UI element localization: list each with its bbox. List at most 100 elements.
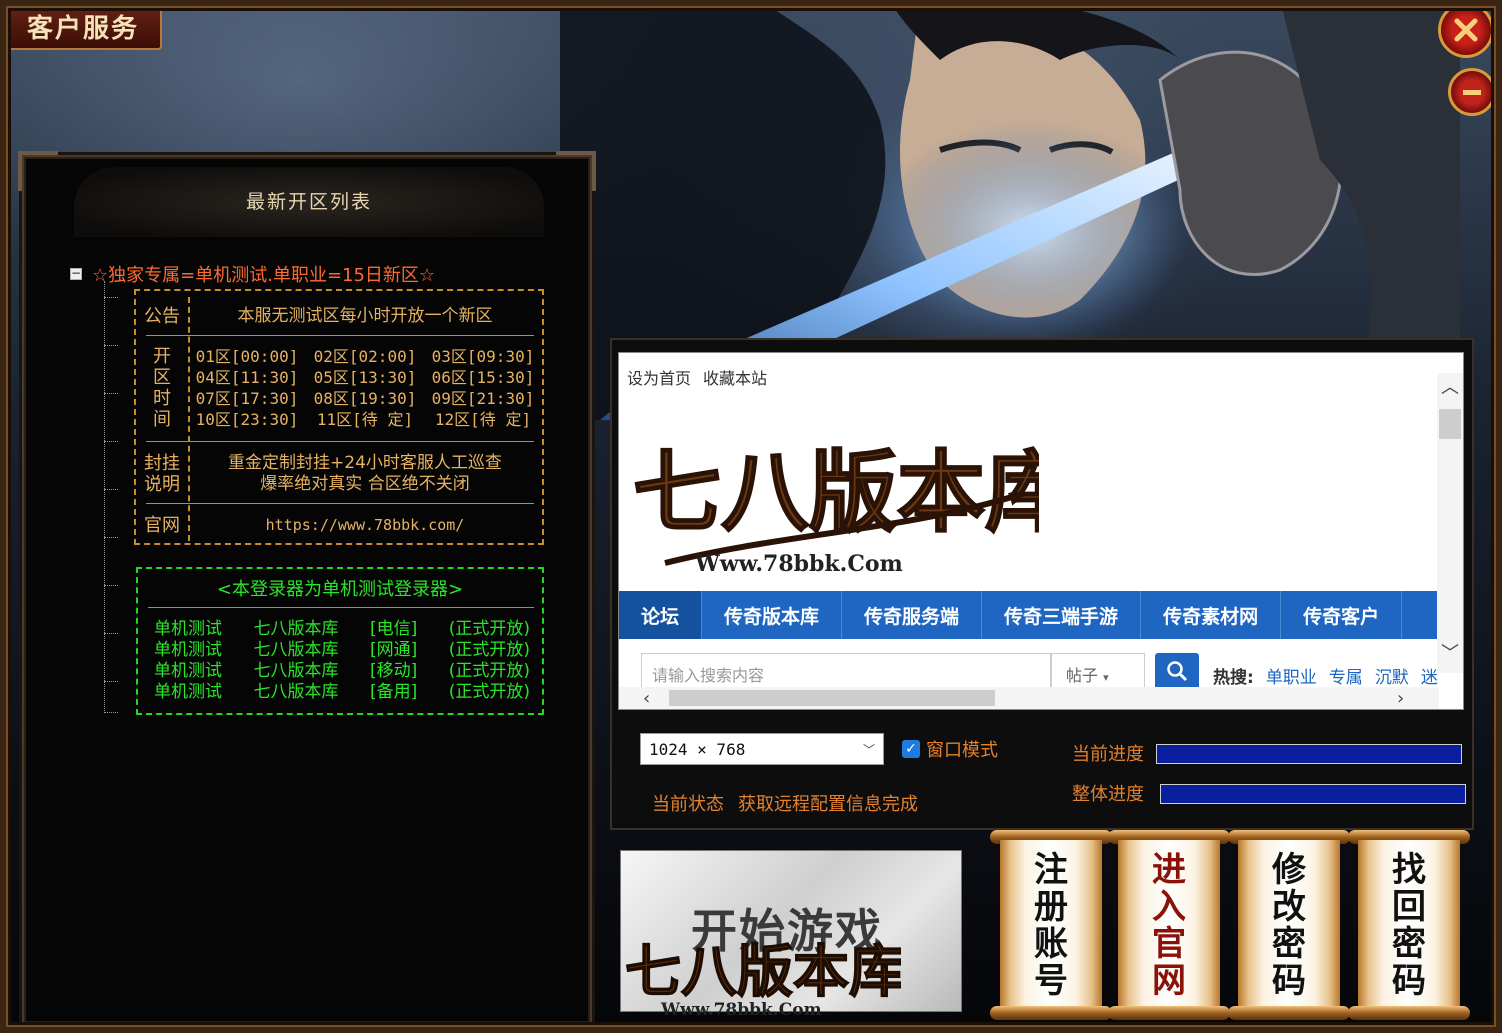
nav-item-server-side[interactable]: 传奇服务端 bbox=[842, 591, 983, 639]
vertical-scroll-thumb[interactable] bbox=[1439, 409, 1461, 439]
label-char: 密 bbox=[1272, 924, 1306, 964]
open-time: 11区[待 定] bbox=[316, 410, 414, 429]
open-times-label: 开 区 时 间 bbox=[136, 343, 188, 433]
scroll-right-icon[interactable]: › bbox=[1397, 688, 1404, 709]
register-account-button[interactable]: 注 册 账 号 bbox=[990, 830, 1112, 1020]
recover-password-button[interactable]: 找 回 密 码 bbox=[1348, 830, 1470, 1020]
nav-item-forum[interactable]: 论坛 bbox=[619, 591, 703, 639]
label-char: 注 bbox=[1034, 850, 1068, 890]
server-provider: 七八版本库 bbox=[253, 682, 339, 702]
customer-service-button[interactable]: 客户服务 bbox=[4, 2, 162, 50]
site-search-button[interactable] bbox=[1155, 653, 1199, 689]
server-status: (正式开放) bbox=[448, 640, 530, 660]
divider bbox=[146, 441, 534, 442]
open-time: 08区[19:30] bbox=[313, 389, 417, 408]
collapse-toggle-icon[interactable]: − bbox=[70, 267, 82, 280]
current-progress-bar bbox=[1156, 744, 1462, 764]
scroll-rod bbox=[1348, 1006, 1470, 1020]
overall-progress-label: 整体进度 bbox=[1072, 784, 1144, 805]
label-char: 册 bbox=[1034, 887, 1068, 927]
server-group-label[interactable]: ☆独家专属=单机测试.单职业=15日新区☆ bbox=[92, 261, 435, 287]
scroll-rod bbox=[1108, 1006, 1230, 1020]
hot-search-link[interactable]: 专属 bbox=[1329, 663, 1363, 688]
label-char: 找 bbox=[1392, 850, 1426, 890]
site-logo[interactable]: 七八版本库 Www.78bbk.Com bbox=[625, 413, 1039, 583]
anticheat-row: 封挂 说明 重金定制封挂+24小时客服人工巡查 爆率绝对真实 合区绝不关闭 bbox=[136, 451, 542, 497]
server-lines-title: <本登录器为单机测试登录器> bbox=[216, 579, 464, 600]
tree-connector bbox=[104, 585, 118, 586]
resolution-select[interactable]: 1024 × 768 ﹀ bbox=[640, 733, 884, 765]
server-line-row[interactable]: 单机测试 七八版本库 [移动] (正式开放) bbox=[154, 661, 530, 682]
open-time: 07区[17:30] bbox=[195, 389, 299, 408]
tree-connector bbox=[104, 712, 118, 713]
search-type-select[interactable]: 帖子 ▾ bbox=[1051, 653, 1145, 689]
server-line-row[interactable]: 单机测试 七八版本库 [网通] (正式开放) bbox=[154, 640, 530, 661]
server-name: 单机测试 bbox=[154, 640, 222, 660]
label-char: 回 bbox=[1392, 887, 1426, 927]
anticheat-line: 重金定制封挂+24小时客服人工巡查 bbox=[228, 453, 502, 473]
chevron-down-icon: ﹀ bbox=[862, 742, 875, 757]
vertical-scrollbar[interactable] bbox=[1437, 373, 1463, 673]
bookmark-link[interactable]: 收藏本站 bbox=[703, 365, 767, 389]
official-site-button[interactable]: 进 入 官 网 bbox=[1108, 830, 1230, 1020]
scroll-down-icon[interactable]: ﹀ bbox=[1441, 639, 1459, 665]
panel-title: 最新开区列表 bbox=[245, 191, 372, 213]
tree-connector bbox=[104, 681, 118, 682]
overall-progress-fill bbox=[1161, 785, 1465, 803]
tree-connector bbox=[104, 489, 118, 490]
horizontal-scroll-thumb[interactable] bbox=[669, 690, 995, 706]
column-separator bbox=[188, 297, 190, 541]
close-icon bbox=[1454, 18, 1478, 42]
website-link[interactable]: https://www.78bbk.com/ bbox=[188, 511, 542, 539]
open-time: 06区[15:30] bbox=[431, 368, 535, 387]
open-times-grid: 01区[00:00] 02区[02:00] 03区[09:30] 04区[11:… bbox=[188, 346, 542, 430]
server-group-node[interactable]: − ☆独家专属=单机测试.单职业=15日新区☆ bbox=[70, 261, 435, 287]
overall-progress-bar bbox=[1160, 784, 1466, 804]
hot-search-link[interactable]: 迷 bbox=[1421, 663, 1438, 688]
tree-connector bbox=[104, 345, 118, 346]
open-times-row: 开 区 时 间 01区[00:00] 02区[02:00] 03区[09:30]… bbox=[136, 343, 542, 433]
anticheat-line: 爆率绝对真实 合区绝不关闭 bbox=[260, 474, 470, 494]
status-label: 当前状态 bbox=[652, 794, 724, 815]
label-char: 官 bbox=[1152, 924, 1186, 964]
nav-item-client[interactable]: 传奇客户 bbox=[1281, 591, 1403, 639]
close-button[interactable] bbox=[1438, 2, 1494, 58]
server-status: (正式开放) bbox=[448, 661, 530, 681]
site-logo-url: Www.78bbk.Com bbox=[694, 551, 903, 577]
server-status: (正式开放) bbox=[448, 619, 530, 639]
nav-item-mobile-games[interactable]: 传奇三端手游 bbox=[982, 591, 1142, 639]
server-line-row[interactable]: 单机测试 七八版本库 [备用] (正式开放) bbox=[154, 682, 530, 703]
nav-item-assets[interactable]: 传奇素材网 bbox=[1141, 591, 1282, 639]
change-password-button[interactable]: 修 改 密 码 bbox=[1228, 830, 1350, 1020]
hot-search-link[interactable]: 沉默 bbox=[1375, 663, 1409, 688]
server-name: 单机测试 bbox=[154, 619, 222, 639]
checkbox-icon[interactable]: ✓ bbox=[902, 740, 920, 758]
start-game-logo-url: Www.78bbk.Com bbox=[660, 1000, 822, 1020]
server-provider: 七八版本库 bbox=[253, 640, 339, 660]
horizontal-scrollbar[interactable] bbox=[619, 687, 1439, 709]
search-icon bbox=[1167, 661, 1188, 682]
chevron-down-icon: ▾ bbox=[1103, 671, 1109, 684]
server-line-row[interactable]: 单机测试 七八版本库 [电信] (正式开放) bbox=[154, 619, 530, 640]
divider bbox=[146, 335, 534, 336]
server-lines-list: 单机测试 七八版本库 [电信] (正式开放) 单机测试 七八版本库 [网通] (… bbox=[154, 619, 530, 703]
divider bbox=[148, 607, 534, 608]
current-progress-fill bbox=[1157, 745, 1461, 763]
window-mode-toggle[interactable]: ✓ 窗口模式 bbox=[902, 736, 998, 762]
nav-item-version-library[interactable]: 传奇版本库 bbox=[702, 591, 843, 639]
set-homepage-link[interactable]: 设为首页 bbox=[627, 365, 691, 389]
start-game-logo: 七八版本库 Www.78bbk.Com bbox=[624, 938, 901, 1020]
start-game-button[interactable]: 开始游戏 七八版本库 Www.78bbk.Com bbox=[620, 850, 962, 1020]
open-time: 09区[21:30] bbox=[431, 389, 535, 408]
scroll-up-icon[interactable]: ︿ bbox=[1441, 373, 1459, 399]
site-search-input[interactable]: 请输入搜索内容 bbox=[641, 653, 1051, 689]
official-site-label: 进 入 官 网 bbox=[1108, 852, 1230, 1000]
server-name: 单机测试 bbox=[154, 661, 222, 681]
anticheat-label: 封挂 说明 bbox=[136, 451, 188, 497]
announcement-row: 公告 本服无测试区每小时开放一个新区 bbox=[136, 301, 542, 331]
divider bbox=[146, 503, 534, 504]
website-row: 官网 https://www.78bbk.com/ bbox=[136, 511, 542, 539]
hot-search-link[interactable]: 单职业 bbox=[1266, 663, 1317, 688]
scroll-left-icon[interactable]: ‹ bbox=[643, 688, 650, 709]
minimize-button[interactable] bbox=[1448, 68, 1496, 116]
